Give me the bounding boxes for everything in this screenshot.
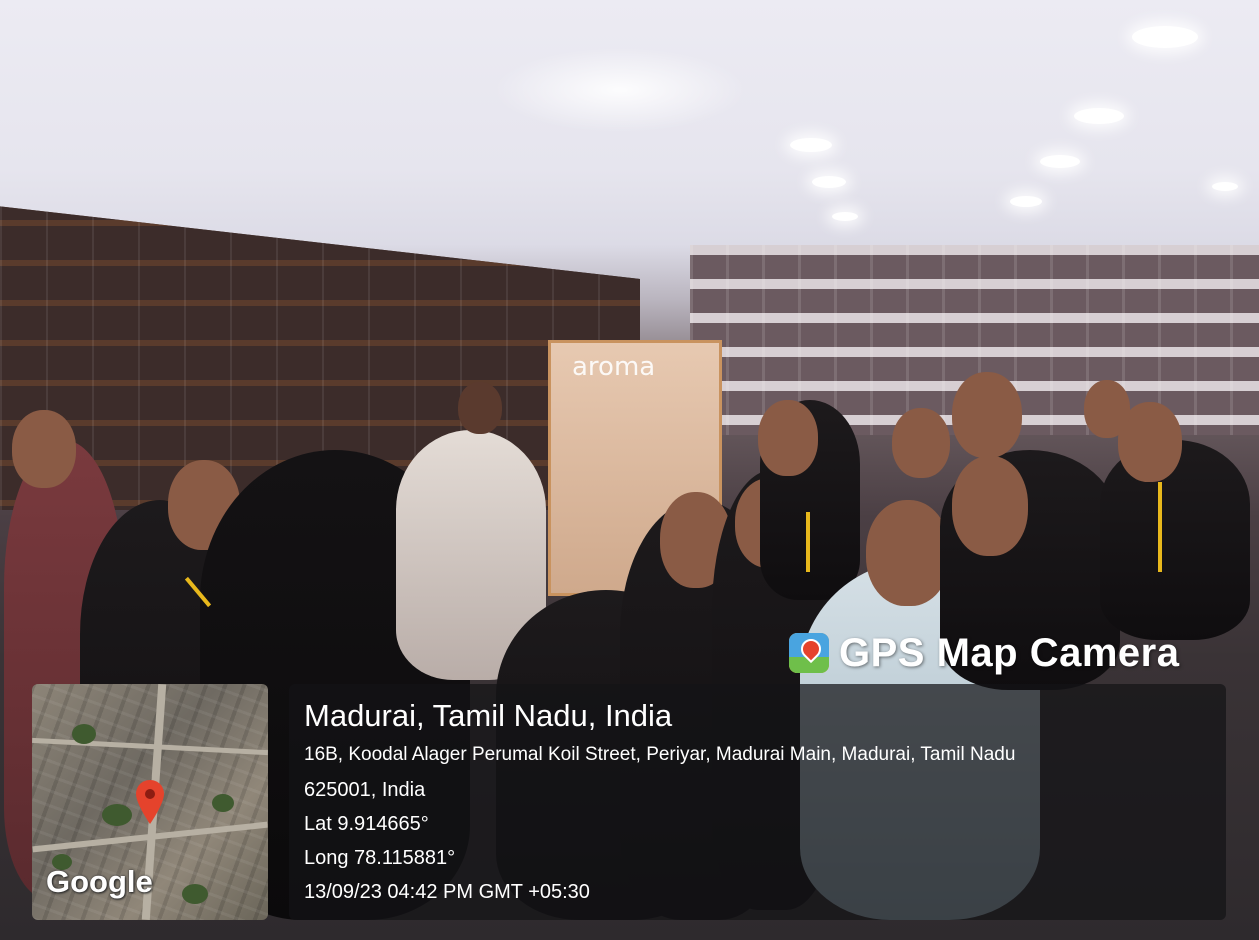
- person-face: [892, 408, 950, 478]
- display-brand-text: aroma: [572, 352, 656, 382]
- ceiling-light: [790, 138, 832, 152]
- person: [1100, 440, 1250, 640]
- ceiling-light: [1040, 155, 1080, 168]
- ceiling-light: [1010, 196, 1042, 207]
- longitude-text: Long 78.115881°: [304, 847, 456, 869]
- ceiling-light: [1074, 108, 1124, 124]
- person-face: [458, 382, 502, 434]
- person-face: [866, 500, 950, 606]
- lanyard: [806, 512, 810, 572]
- ceiling-light: [812, 176, 846, 188]
- person-face: [1084, 380, 1130, 438]
- gps-map-camera-icon: [789, 633, 829, 673]
- person-face: [952, 456, 1028, 556]
- gps-map-camera-brand: GPS Map Camera: [789, 628, 1179, 678]
- address-line-2: 625001, India: [304, 779, 426, 801]
- person-face: [758, 400, 818, 476]
- map-provider-logo: Google: [46, 864, 153, 899]
- ceiling-light: [1212, 182, 1238, 191]
- latitude-text: Lat 9.914665°: [304, 813, 429, 835]
- location-title: Madurai, Tamil Nadu, India: [304, 698, 673, 733]
- ceiling-light: [832, 212, 858, 221]
- lanyard: [1158, 482, 1162, 572]
- timestamp-text: 13/09/23 04:42 PM GMT +05:30: [304, 881, 590, 903]
- brand-label: GPS Map Camera: [839, 630, 1180, 675]
- address-line-1: 16B, Koodal Alager Perumal Koil Street, …: [304, 744, 1016, 765]
- person-face: [12, 410, 76, 488]
- person-face: [952, 372, 1022, 458]
- ceiling-light: [1132, 26, 1198, 48]
- location-pin-icon: [136, 780, 164, 824]
